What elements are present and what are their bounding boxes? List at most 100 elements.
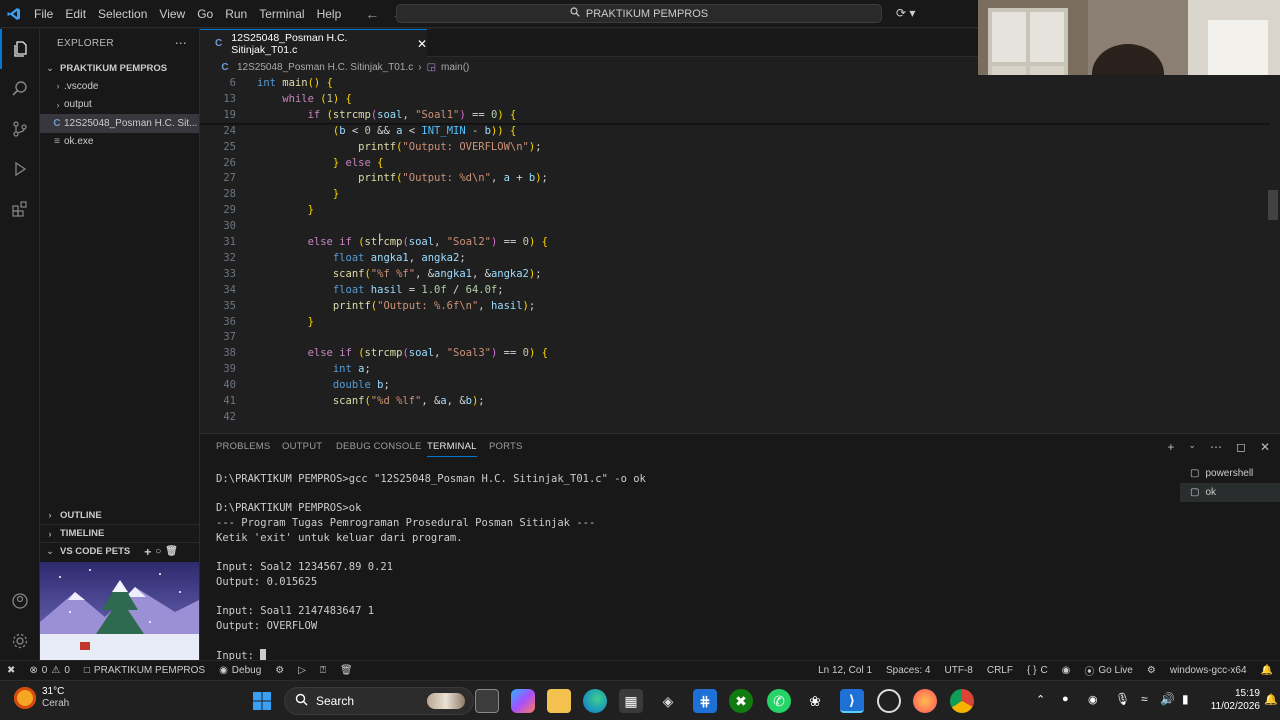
firefox-icon[interactable] (913, 689, 937, 713)
terminal-item-ok[interactable]: ▢ ok (1180, 483, 1280, 502)
run-icon[interactable]: ▷ (291, 665, 313, 676)
run-debug-icon[interactable] (0, 149, 40, 189)
go-live-button[interactable]: ⦿ Go Live (1077, 663, 1139, 678)
whatsapp-icon[interactable]: ✆ (767, 689, 791, 713)
code-line: 28 } (200, 186, 1260, 202)
file-explorer-icon[interactable] (547, 689, 571, 713)
maximize-panel-icon[interactable]: ◻ (1236, 440, 1246, 454)
editor-tab-active[interactable]: C 12S25048_Posman H.C. Sitinjak_T01.c ✕ (200, 29, 427, 57)
outline-section[interactable]: › OUTLINE (40, 506, 102, 524)
command-center-search[interactable]: PRAKTIKUM PEMPROS (396, 4, 882, 23)
ball-icon[interactable]: ○ (155, 546, 161, 557)
tab-output[interactable]: OUTPUT (282, 441, 322, 452)
line-number: 32 (223, 251, 236, 264)
menu-edit[interactable]: Edit (59, 0, 92, 28)
tab-ports[interactable]: PORTS (489, 441, 523, 452)
folder-root[interactable]: ⌄ PRAKTIKUM PEMPROS (40, 59, 199, 77)
debug-button[interactable]: ◉ Debug (212, 665, 268, 676)
bell-icon[interactable]: 🔔 (1254, 665, 1280, 676)
terminal-item-powershell[interactable]: ▢ powershell (1180, 464, 1280, 483)
menu-run[interactable]: Run (219, 0, 253, 28)
breadcrumb-file[interactable]: 12S25048_Posman H.C. Sitinjak_T01.c (237, 62, 413, 73)
menu-selection[interactable]: Selection (92, 0, 153, 28)
vscode-alt-icon[interactable]: ⋕ (693, 689, 717, 713)
store-icon[interactable]: ▦ (619, 689, 643, 713)
gear-icon[interactable]: ⚙ (268, 665, 291, 676)
eol[interactable]: CRLF (980, 665, 1020, 676)
close-panel-icon[interactable]: ✕ (1260, 440, 1270, 454)
tab-debug-console[interactable]: DEBUG CONSOLE (336, 441, 421, 452)
add-pet-icon[interactable]: + (144, 545, 151, 559)
tray-app-icon-2[interactable]: ◉ (1088, 693, 1098, 706)
tree-item-ok-exe[interactable]: ≡ ok.exe (40, 133, 199, 152)
windows-start-icon[interactable] (250, 689, 274, 713)
menu-file[interactable]: File (28, 0, 59, 28)
terminal-line-text: Output: 0.015625 (216, 575, 318, 588)
chrome-icon[interactable] (950, 689, 974, 713)
task-view-icon[interactable] (475, 689, 499, 713)
menu-view[interactable]: View (153, 0, 191, 28)
problems-indicator[interactable]: ⊗ 0 ⚠ 0 (22, 665, 76, 676)
tray-app-icon[interactable]: ● (1062, 693, 1069, 705)
tree-item-c-file[interactable]: C 12S25048_Posman H.C. Sit... (40, 114, 199, 133)
search-icon[interactable] (0, 69, 40, 109)
pets-section[interactable]: ⌄ VS CODE PETS + ○ 🗑 (40, 542, 199, 560)
error-icon: ⊗ (29, 665, 38, 676)
taskbar-search[interactable]: Search (284, 687, 474, 715)
breadcrumb-symbol[interactable]: main() (441, 62, 469, 73)
chevron-up-icon[interactable]: ⌃ (1036, 693, 1045, 706)
more-actions-icon[interactable]: ⋯ (175, 36, 187, 50)
account-icon[interactable] (0, 581, 40, 621)
code-line: 25 printf("Output: OVERFLOW\n"); (200, 139, 1260, 155)
explorer-icon[interactable] (0, 29, 40, 69)
chatgpt-icon[interactable]: ❀ (803, 689, 827, 713)
terminal-line-text: Ketik 'exit' untuk keluar dari program. (216, 531, 463, 544)
tree-item-vscode[interactable]: › .vscode (40, 77, 199, 96)
copilot-status-icon[interactable]: ◉ (1055, 665, 1078, 676)
terminal-line-text: Input: Soal1 2147483647 1 (216, 604, 375, 617)
gear-icon[interactable] (0, 621, 40, 661)
tree-item-output[interactable]: › output (40, 96, 199, 115)
menu-go[interactable]: Go (191, 0, 219, 28)
config-selector[interactable]: windows-gcc-x64 (1163, 665, 1254, 676)
copilot-icon[interactable]: ⟳ ▾ (896, 6, 915, 20)
timeline-section[interactable]: › TIMELINE (40, 524, 199, 542)
microphone-icon[interactable]: 🎙 (1115, 692, 1130, 706)
language-mode[interactable]: { } C (1020, 665, 1055, 676)
weather-widget[interactable]: 31°C Cerah (14, 686, 69, 710)
extensions-icon[interactable] (0, 189, 40, 229)
workspace-indicator[interactable]: □ PRAKTIKUM PEMPROS (77, 665, 212, 676)
trash-icon[interactable]: 🗑 (165, 546, 178, 557)
clock[interactable]: 15:19 11/02/2026 (1200, 687, 1260, 713)
notification-icon[interactable]: 🔔 (1264, 693, 1278, 706)
obs-icon[interactable] (877, 689, 901, 713)
trash-icon[interactable]: 🗑 (333, 665, 360, 676)
vscode-taskbar-icon[interactable]: ⟩ (840, 689, 864, 713)
chevron-down-icon[interactable]: ⌄ (1188, 440, 1196, 454)
cursor-position[interactable]: Ln 12, Col 1 (811, 665, 879, 676)
wifi-icon[interactable]: ≈ (1141, 692, 1148, 706)
more-actions-icon[interactable]: ⋯ (1210, 440, 1222, 454)
new-terminal-icon[interactable]: + (1167, 440, 1174, 454)
unity-icon[interactable]: ◈ (656, 689, 680, 713)
menu-terminal[interactable]: Terminal (253, 0, 310, 28)
encoding[interactable]: UTF-8 (938, 665, 980, 676)
xbox-icon[interactable]: ✖ (729, 689, 753, 713)
copilot-app-icon[interactable] (511, 689, 535, 713)
indentation[interactable]: Spaces: 4 (879, 665, 937, 676)
remote-icon[interactable]: ✖ (0, 665, 22, 676)
back-arrow-icon[interactable]: ← (359, 6, 385, 22)
line-number: 42 (223, 410, 236, 423)
menu-help[interactable]: Help (311, 0, 348, 28)
tab-terminal[interactable]: TERMINAL (427, 441, 477, 457)
code-line: 30 (200, 218, 1260, 234)
code-editor[interactable]: 6 int main() {13 while (1) {19 if (strcmp… (200, 75, 1280, 432)
volume-icon[interactable]: 🔊 (1160, 692, 1175, 706)
battery-icon[interactable]: ▮ (1182, 692, 1189, 706)
source-control-icon[interactable] (0, 109, 40, 149)
edge-icon[interactable] (583, 689, 607, 713)
close-icon[interactable]: ✕ (417, 37, 427, 51)
bug-icon[interactable]: ⍰ (313, 665, 333, 676)
tab-problems[interactable]: PROBLEMS (216, 441, 270, 452)
editor-scrollbar[interactable] (1268, 190, 1278, 220)
